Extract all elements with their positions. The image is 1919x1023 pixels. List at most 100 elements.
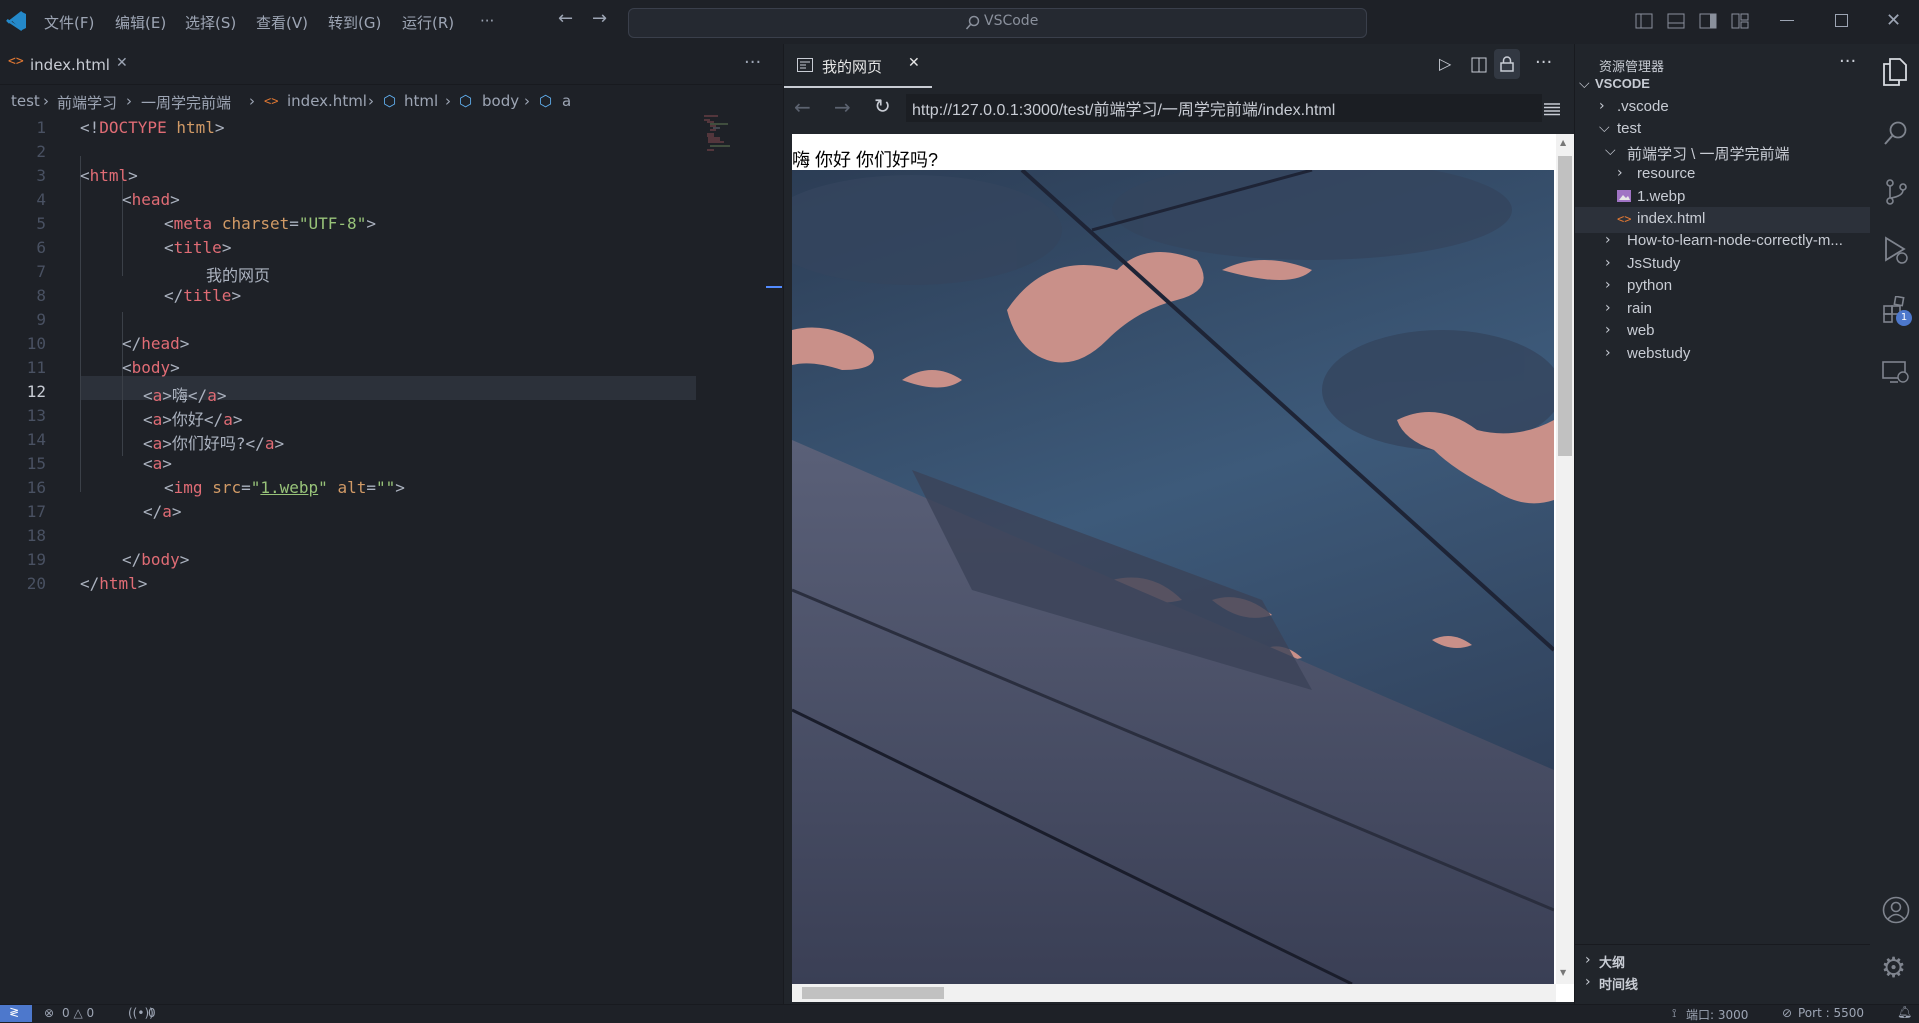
customize-layout-icon[interactable] [1731, 13, 1749, 29]
back-arrow-icon[interactable]: ← [794, 95, 811, 119]
editor-tab-bar: <> index.html ✕ ··· [0, 44, 782, 85]
tab-preview[interactable]: 我的网页 ✕ [784, 44, 932, 88]
chevron-right-icon[interactable]: › [1605, 232, 1611, 248]
forward-arrow-icon[interactable]: → [834, 95, 851, 119]
reload-icon[interactable]: ↻ [874, 94, 891, 118]
menu-more[interactable]: ··· [480, 12, 494, 30]
outline-section[interactable]: 大纲 [1599, 952, 1625, 971]
menu-run[interactable]: 运行(R) [402, 12, 454, 33]
chevron-right-icon[interactable]: › [1605, 322, 1611, 338]
explorer-sidebar: 资源管理器 ··· ⌵ VSCODE › .vscode ⌵ test ⌵ 前端… [1574, 44, 1870, 1004]
tree-item-folder[interactable]: resource [1637, 165, 1695, 182]
tree-item-folder[interactable]: JsStudy [1627, 255, 1680, 272]
breadcrumb-item[interactable]: 一周学完前端 [141, 92, 231, 113]
port-label[interactable]: 端口: 3000 [1686, 1006, 1748, 1023]
remote-indicator[interactable]: ≷ [0, 1005, 32, 1022]
menu-view[interactable]: 查看(V) [256, 12, 308, 33]
live-server-port[interactable]: Port : 5500 [1798, 1006, 1864, 1020]
tree-item-file[interactable]: 1.webp [1637, 188, 1685, 205]
breadcrumb-item[interactable]: index.html [287, 92, 367, 110]
close-window-icon[interactable]: ✕ [1886, 10, 1901, 31]
more-actions-icon[interactable]: ··· [1535, 52, 1552, 73]
line-number: 8 [36, 286, 46, 305]
tab-index-html[interactable]: <> index.html ✕ [0, 44, 138, 84]
chevron-right-icon[interactable]: › [1585, 952, 1591, 968]
chevron-right-icon[interactable]: › [1617, 165, 1623, 181]
source-control-icon[interactable] [1883, 178, 1909, 206]
breadcrumb-item[interactable]: a [562, 92, 571, 110]
close-tab-icon[interactable]: ✕ [116, 55, 128, 71]
menu-edit[interactable]: 编辑(E) [115, 12, 166, 33]
menu-selection[interactable]: 选择(S) [185, 12, 236, 33]
scroll-indicator [766, 286, 782, 288]
chevron-right-icon[interactable]: › [1605, 277, 1611, 293]
line-number: 17 [26, 502, 46, 521]
toggle-primary-sidebar-icon[interactable] [1635, 13, 1653, 29]
breadcrumb-item[interactable]: test [11, 92, 40, 110]
maximize-icon[interactable] [1835, 14, 1848, 27]
forward-arrow-icon[interactable]: → [592, 8, 607, 29]
run-debug-icon[interactable] [1882, 236, 1910, 266]
chevron-down-icon[interactable]: ⌵ [1579, 76, 1590, 92]
tree-item-folder[interactable]: rain [1627, 300, 1652, 317]
workspace-root[interactable]: VSCODE [1595, 76, 1650, 91]
search-icon[interactable] [1883, 120, 1909, 146]
line-number: 15 [26, 454, 46, 473]
minimap[interactable] [704, 114, 736, 154]
timeline-section[interactable]: 时间线 [1599, 974, 1638, 993]
chevron-right-icon[interactable]: › [1599, 98, 1605, 114]
menu-file[interactable]: 文件(F) [44, 12, 94, 33]
menu-go[interactable]: 转到(G) [328, 12, 381, 33]
lock-button[interactable] [1494, 49, 1520, 79]
gear-icon[interactable]: ⚙ [1881, 954, 1906, 982]
url-input[interactable] [906, 94, 1542, 122]
vscode-logo-icon[interactable] [6, 10, 28, 32]
error-icon: ⊗ [44, 1006, 55, 1020]
code-line: <title> [164, 238, 232, 257]
line-number: 6 [36, 238, 46, 257]
toggle-secondary-sidebar-icon[interactable] [1699, 13, 1717, 29]
tree-item-folder[interactable]: python [1627, 277, 1672, 294]
tree-item-file[interactable]: index.html [1637, 210, 1705, 227]
chevron-right-icon[interactable]: › [1605, 300, 1611, 316]
chevron-right-icon[interactable]: › [1585, 974, 1591, 990]
scrollbar-thumb[interactable] [1558, 156, 1572, 456]
extensions-icon[interactable]: 1 [1882, 296, 1912, 326]
toggle-panel-icon[interactable] [1667, 13, 1685, 29]
line-number: 19 [26, 550, 46, 569]
account-icon[interactable] [1882, 896, 1910, 924]
breadcrumb-item[interactable]: html [404, 92, 438, 110]
chevron-down-icon[interactable]: ⌵ [1599, 120, 1610, 136]
back-arrow-icon[interactable]: ← [558, 8, 573, 29]
notifications-icon[interactable]: 🔔︎ [1897, 1005, 1912, 1019]
tree-item-folder[interactable]: 前端学习 \ 一周学完前端 [1627, 143, 1790, 164]
remote-explorer-icon[interactable] [1882, 360, 1910, 386]
tree-item-folder[interactable]: .vscode [1617, 98, 1669, 115]
scrollbar-thumb[interactable] [802, 987, 944, 999]
more-actions-icon[interactable]: ··· [1839, 51, 1856, 72]
minimize-icon[interactable] [1780, 20, 1794, 21]
horizontal-scrollbar[interactable] [792, 984, 1556, 1002]
menu-lines-icon[interactable] [1544, 102, 1560, 116]
breadcrumb-item[interactable]: body [482, 92, 519, 110]
ports-count[interactable]: 0 [148, 1006, 156, 1020]
breadcrumb-item[interactable]: 前端学习 [57, 92, 117, 113]
chevron-right-icon[interactable]: › [1605, 255, 1611, 271]
explorer-icon[interactable] [1882, 58, 1908, 86]
tree-item-folder[interactable]: test [1617, 120, 1641, 137]
close-tab-icon[interactable]: ✕ [908, 55, 920, 71]
command-center-search[interactable]: VSCode [628, 8, 1367, 38]
explorer-header: 资源管理器 [1599, 60, 1665, 75]
html-file-icon: <> [264, 94, 279, 108]
vertical-scrollbar[interactable]: ▲ ▼ [1556, 134, 1574, 984]
run-icon[interactable]: ▷ [1439, 54, 1451, 73]
tree-item-folder[interactable]: How-to-learn-node-correctly-m... [1627, 232, 1843, 249]
tree-item-folder[interactable]: web [1627, 322, 1655, 339]
more-actions-icon[interactable]: ··· [744, 52, 761, 73]
code-editor[interactable]: 1 <!DOCTYPE html> 2 3 <html> 4 <head> 5 <met… [0, 114, 782, 1004]
chevron-down-icon[interactable]: ⌵ [1605, 143, 1616, 159]
problems-count[interactable]: 0 △ 0 [62, 1006, 94, 1020]
chevron-right-icon[interactable]: › [1605, 345, 1611, 361]
tree-item-folder[interactable]: webstudy [1627, 345, 1690, 362]
split-editor-icon[interactable] [1471, 57, 1487, 73]
